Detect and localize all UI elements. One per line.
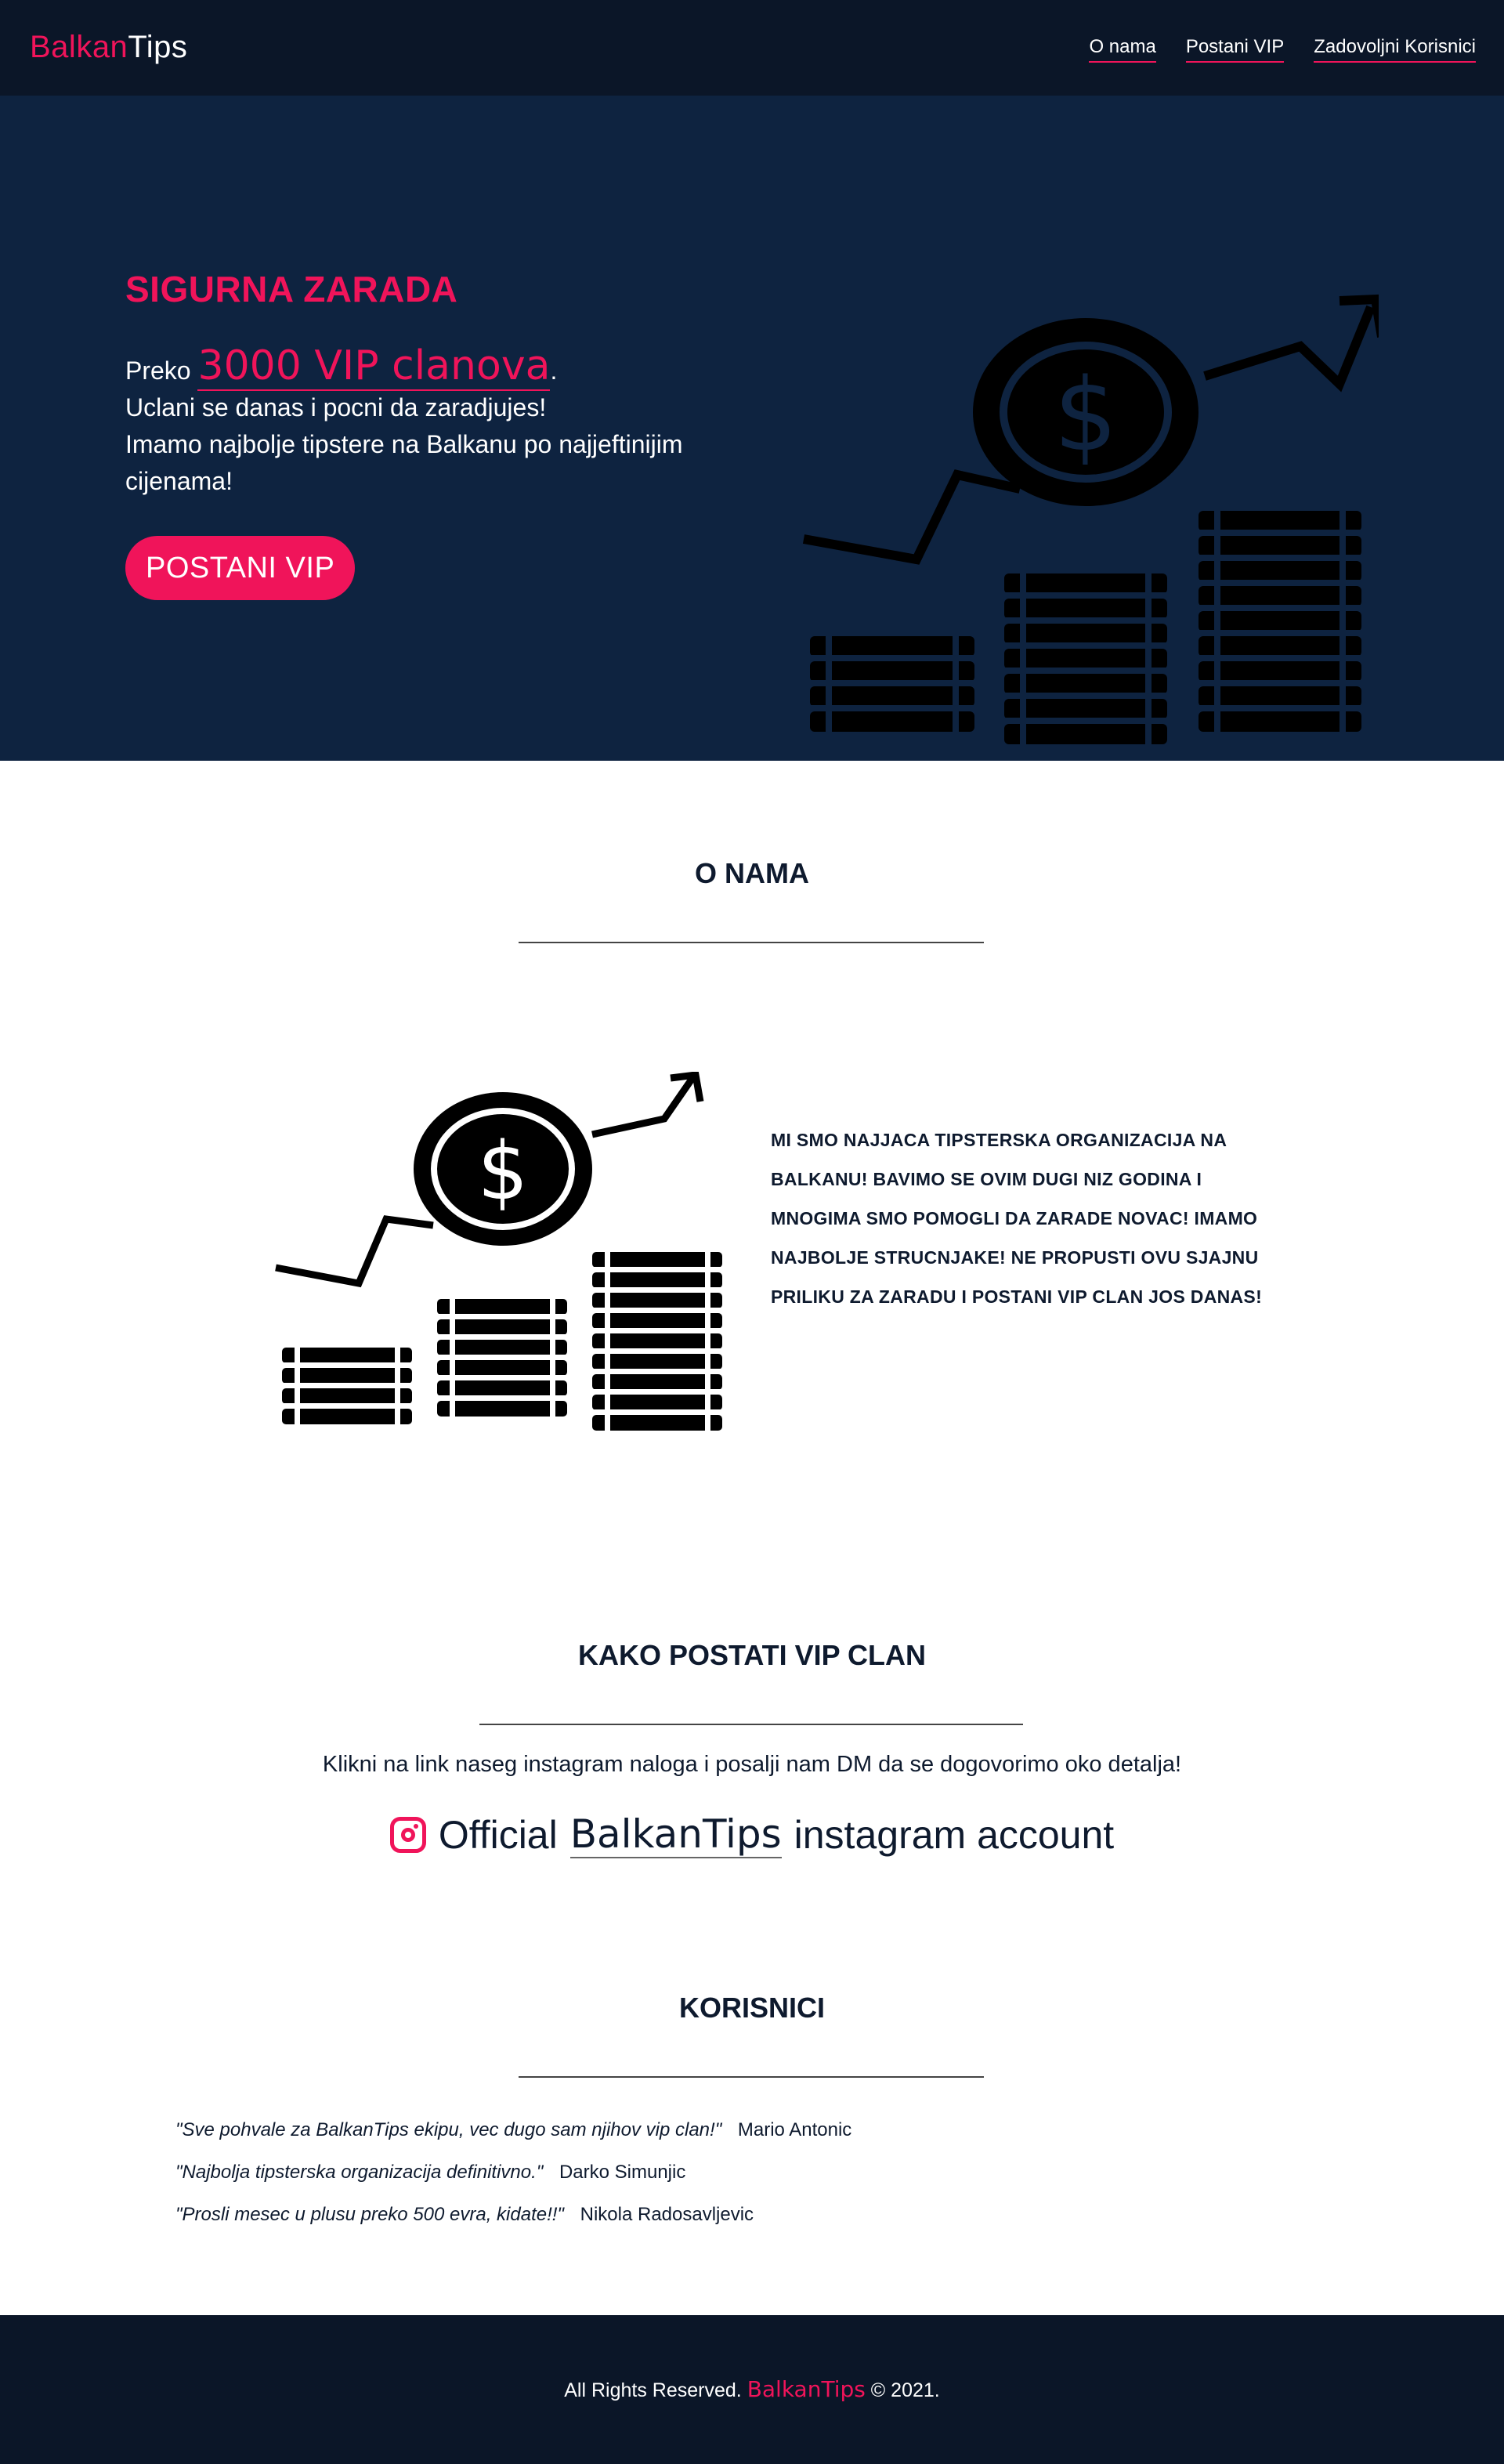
money-growth-icon: $	[275, 1072, 722, 1431]
users-title: KORISNICI	[678, 1992, 825, 2024]
ig-suffix: instagram account	[794, 1813, 1115, 1857]
users-divider	[519, 2076, 984, 2078]
instagram-link[interactable]: BalkanTips	[569, 1811, 782, 1858]
hero-period: .	[550, 356, 558, 385]
footer-text: All Rights Reserved. BalkanTips © 2021.	[0, 2376, 1504, 2402]
nav-links: O nama Postani VIP Zadovoljni Korisnici	[1089, 36, 1476, 63]
review-quote: "Najbolja tipsterska organizacija defini…	[175, 2162, 544, 2183]
brand-logo[interactable]: BalkanTips	[30, 30, 187, 65]
svg-text:$: $	[1054, 357, 1117, 474]
review-author: Mario Antonic	[737, 2119, 852, 2140]
footer-pre: All Rights Reserved.	[564, 2379, 742, 2401]
vip-divider	[479, 1724, 1023, 1725]
nav-link-zadovoljni-korisnici[interactable]: Zadovoljni Korisnici	[1314, 36, 1476, 63]
reviews-list: "Sve pohvale za BalkanTips ekipu, vec du…	[175, 2109, 1272, 2236]
hero-line3: Imamo najbolje tipstere na Balkanu po na…	[125, 430, 683, 495]
vip-description: Klikni na link naseg instagram naloga i …	[322, 1752, 1182, 1777]
money-growth-icon: $	[802, 294, 1379, 744]
svg-text:$: $	[478, 1125, 529, 1218]
review-author: Nikola Radosavljevic	[580, 2204, 754, 2225]
instagram-icon[interactable]	[389, 1817, 426, 1853]
hero-line2: Uclani se danas i pocni da zaradjujes!	[125, 393, 547, 422]
nav-link-postani-vip[interactable]: Postani VIP	[1185, 36, 1285, 63]
about-text: MI SMO NAJJACA TIPSTERSKA ORGANIZACIJA N…	[771, 1130, 1263, 1307]
review-author: Darko Simunjic	[559, 2162, 686, 2183]
footer-brand: BalkanTips	[747, 2376, 866, 2402]
about-divider	[519, 942, 984, 943]
review-item: "Najbolja tipsterska organizacija defini…	[175, 2151, 1272, 2194]
about-title: O NAMA	[695, 857, 809, 889]
review-quote: "Prosli mesec u plusu preko 500 evra, ki…	[175, 2204, 564, 2225]
top-navbar: BalkanTips O nama Postani VIP Zadovoljni…	[0, 0, 1504, 96]
review-quote: "Sve pohvale za BalkanTips ekipu, vec du…	[175, 2119, 722, 2140]
instagram-row: Official BalkanTips instagram account	[0, 1811, 1504, 1858]
postani-vip-button[interactable]: POSTANI VIP	[125, 536, 356, 600]
vip-title: KAKO POSTATI VIP CLAN	[577, 1639, 927, 1671]
hero-text: Preko 3000 VIP clanova. Uclani se danas …	[125, 342, 721, 500]
brand-part1: Balkan	[30, 30, 128, 64]
hero-section: SIGURNA ZARADA Preko 3000 VIP clanova. U…	[0, 96, 1504, 761]
review-item: "Sve pohvale za BalkanTips ekipu, vec du…	[175, 2109, 1272, 2151]
hero-preko: Preko	[125, 356, 191, 385]
hero-title: SIGURNA ZARADA	[125, 269, 458, 309]
nav-link-o-nama[interactable]: O nama	[1089, 36, 1156, 63]
review-item: "Prosli mesec u plusu preko 500 evra, ki…	[175, 2194, 1272, 2236]
footer-post: © 2021.	[870, 2379, 940, 2401]
footer: All Rights Reserved. BalkanTips © 2021.	[0, 2315, 1504, 2464]
ig-prefix: Official	[438, 1813, 558, 1857]
hero-vip-count: 3000 VIP clanova	[197, 342, 551, 391]
brand-part2: Tips	[128, 30, 188, 64]
